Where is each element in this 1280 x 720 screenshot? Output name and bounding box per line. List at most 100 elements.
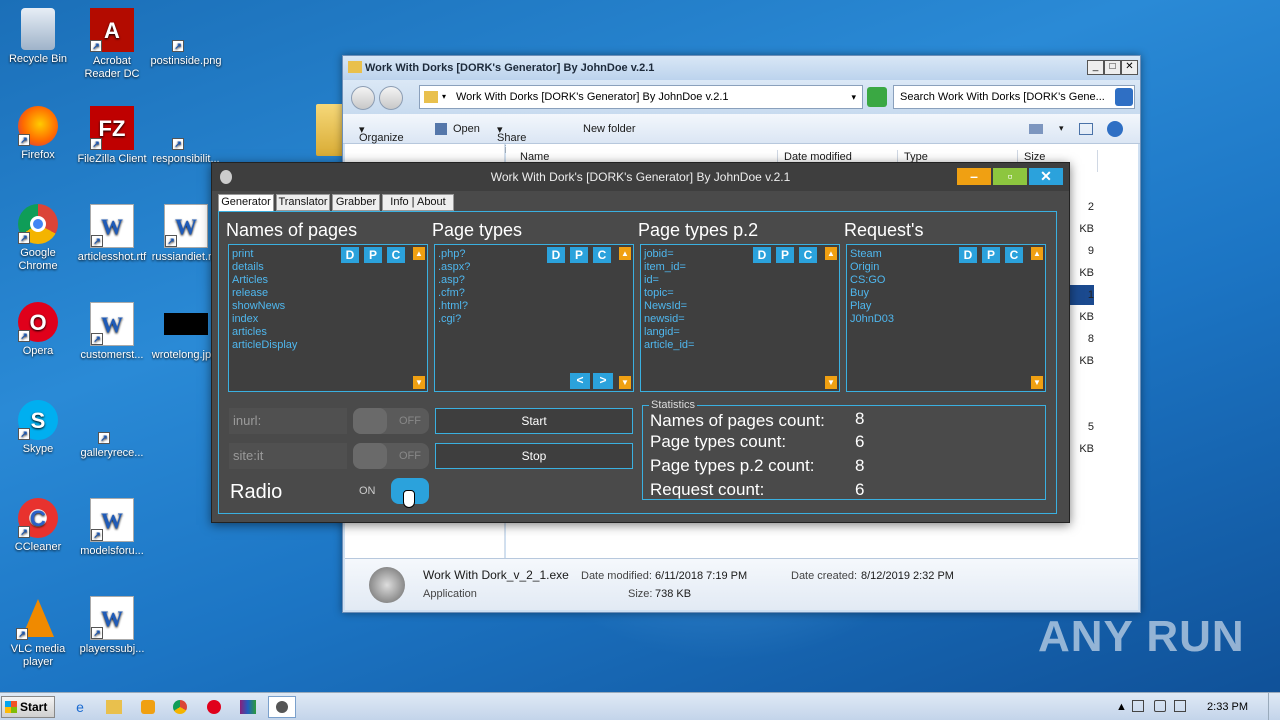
view-icon[interactable] <box>1029 124 1043 134</box>
copy-button[interactable]: C <box>799 247 817 263</box>
requests-list[interactable]: Steam Origin CS:GO Buy Play J0hnD03 D P … <box>846 244 1046 392</box>
opera-taskbar-icon[interactable] <box>200 696 228 718</box>
list-item[interactable]: newsid= <box>644 313 694 326</box>
list-item[interactable]: .cgi? <box>438 313 470 326</box>
scroll-up-icon[interactable]: ▲ <box>413 247 425 260</box>
site-input[interactable]: site:it <box>229 443 347 469</box>
scroll-down-icon[interactable]: ▼ <box>619 376 631 389</box>
names-list[interactable]: print details Articles release showNews … <box>228 244 428 392</box>
list-item[interactable]: Articles <box>232 274 297 287</box>
scroll-down-icon[interactable]: ▼ <box>413 376 425 389</box>
filezilla-icon[interactable]: FZ ↗ FileZilla Client <box>74 106 150 166</box>
open-button[interactable]: Open <box>453 123 480 135</box>
address-input[interactable]: ▾ Work With Dorks [DORK's Generator] By … <box>419 85 863 109</box>
radio-toggle[interactable]: ON <box>353 478 429 504</box>
word-document-icon[interactable]: W ↗ playerssubj... <box>74 596 150 656</box>
internet-explorer-icon[interactable]: e <box>66 696 94 718</box>
site-toggle[interactable]: OFF <box>353 443 429 469</box>
tray-chevron-icon[interactable]: ▲ <box>1116 701 1127 713</box>
list-item[interactable]: .php? <box>438 248 470 261</box>
list-item[interactable]: NewsId= <box>644 300 694 313</box>
minimize-button[interactable]: _ <box>1087 60 1104 75</box>
search-icon[interactable] <box>1115 88 1133 106</box>
maximize-button[interactable]: □ <box>1104 60 1121 75</box>
network-icon[interactable] <box>1132 700 1144 712</box>
list-item[interactable]: J0hnD03 <box>850 313 894 326</box>
forward-button[interactable] <box>379 86 403 110</box>
explorer-taskbar-icon[interactable] <box>100 696 128 718</box>
refresh-icon[interactable] <box>867 87 887 107</box>
recycle-bin-icon[interactable]: Recycle Bin <box>0 8 76 66</box>
scrollbar[interactable]: ▲ ▼ <box>413 247 425 389</box>
action-center-icon[interactable] <box>1174 700 1186 712</box>
list-item[interactable]: topic= <box>644 287 694 300</box>
list-item[interactable]: Buy <box>850 287 894 300</box>
list-item[interactable]: article_id= <box>644 339 694 352</box>
tab-info-about[interactable]: Info | About <box>382 194 454 211</box>
delete-button[interactable]: D <box>547 247 565 263</box>
list-item[interactable]: .html? <box>438 300 470 313</box>
scroll-up-icon[interactable]: ▲ <box>825 247 837 260</box>
previous-button[interactable]: < <box>570 373 590 389</box>
preview-pane-icon[interactable] <box>1079 123 1093 135</box>
new-folder-button[interactable]: New folder <box>583 123 636 135</box>
firefox-icon[interactable]: ↗ Firefox <box>0 106 76 162</box>
start-button[interactable]: Start <box>1 696 55 718</box>
list-item[interactable]: jobid= <box>644 248 694 261</box>
search-input[interactable]: Search Work With Dorks [DORK's Gene... <box>893 85 1135 109</box>
scrollbar[interactable]: ▲ ▼ <box>825 247 837 389</box>
app-minimize-button[interactable]: – <box>957 168 991 185</box>
scroll-up-icon[interactable]: ▲ <box>619 247 631 260</box>
app-maximize-button[interactable]: ▫ <box>993 168 1027 185</box>
list-item[interactable]: details <box>232 261 297 274</box>
delete-button[interactable]: D <box>753 247 771 263</box>
copy-button[interactable]: C <box>593 247 611 263</box>
chevron-down-icon[interactable]: ▾ <box>1059 123 1064 134</box>
chrome-icon[interactable]: ↗ Google Chrome <box>0 204 76 273</box>
word-document-icon[interactable]: W ↗ customerst... <box>74 302 150 362</box>
volume-icon[interactable] <box>1154 700 1166 712</box>
list-item[interactable]: articles <box>232 326 297 339</box>
gallery-file-icon[interactable]: ↗ galleryrece... <box>74 400 150 460</box>
list-item[interactable]: .aspx? <box>438 261 470 274</box>
word-document-icon[interactable]: W ↗ modelsforu... <box>74 498 150 558</box>
types2-list[interactable]: jobid= item_id= id= topic= NewsId= newsi… <box>640 244 840 392</box>
types-list[interactable]: .php? .aspx? .asp? .cfm? .html? .cgi? D … <box>434 244 634 392</box>
paste-button[interactable]: P <box>982 247 1000 263</box>
delete-button[interactable]: D <box>341 247 359 263</box>
chrome-taskbar-icon[interactable] <box>166 696 194 718</box>
show-desktop-button[interactable] <box>1268 693 1280 720</box>
list-item[interactable]: langid= <box>644 326 694 339</box>
start-button[interactable]: Start <box>435 408 633 434</box>
close-button[interactable]: ✕ <box>1121 60 1138 75</box>
inurl-input[interactable]: inurl: <box>229 408 347 434</box>
next-button[interactable]: > <box>593 373 613 389</box>
delete-button[interactable]: D <box>959 247 977 263</box>
list-item[interactable]: index <box>232 313 297 326</box>
vlc-icon[interactable]: ↗ VLC media player <box>0 596 76 669</box>
list-item[interactable]: item_id= <box>644 261 694 274</box>
scroll-down-icon[interactable]: ▼ <box>825 376 837 389</box>
clock[interactable]: 2:33 PM <box>1207 701 1248 713</box>
scroll-up-icon[interactable]: ▲ <box>1031 247 1043 260</box>
list-item[interactable]: .asp? <box>438 274 470 287</box>
list-item[interactable]: id= <box>644 274 694 287</box>
copy-button[interactable]: C <box>387 247 405 263</box>
app-close-button[interactable]: ✕ <box>1029 168 1063 185</box>
rtf-document-icon[interactable]: W ↗ articlesshot.rtf <box>74 204 150 264</box>
list-item[interactable]: release <box>232 287 297 300</box>
stop-button[interactable]: Stop <box>435 443 633 469</box>
scrollbar[interactable]: ▲ ▼ <box>1031 247 1043 389</box>
paste-button[interactable]: P <box>364 247 382 263</box>
chevron-down-icon[interactable]: ▾ <box>851 86 856 108</box>
list-item[interactable]: Steam <box>850 248 894 261</box>
list-item[interactable]: showNews <box>232 300 297 313</box>
dork-generator-taskbar-icon[interactable] <box>268 696 296 718</box>
paste-button[interactable]: P <box>570 247 588 263</box>
organize-menu[interactable]: Organize ▾ <box>359 123 404 144</box>
list-item[interactable]: Origin <box>850 261 894 274</box>
list-item[interactable]: CS:GO <box>850 274 894 287</box>
tab-translator[interactable]: Translator <box>276 194 330 211</box>
list-item[interactable]: print <box>232 248 297 261</box>
help-icon[interactable] <box>1107 121 1123 137</box>
